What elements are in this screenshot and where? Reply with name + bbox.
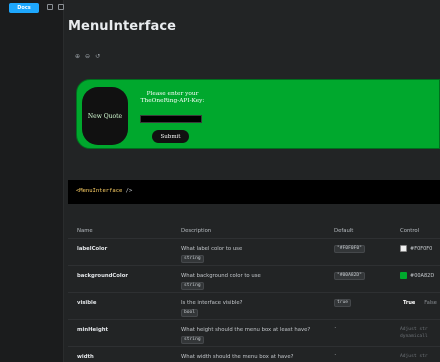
color-control[interactable]: #F0F0F0 <box>400 245 432 252</box>
table-row: labelColor What label color to use strin… <box>68 238 440 265</box>
arg-name: backgroundColor <box>77 273 128 279</box>
story-preview: New Quote Please enter your TheOneRing-A… <box>76 76 440 174</box>
arg-description: What width should the menu box at have? <box>181 354 294 360</box>
zoom-in-icon[interactable]: ⊕ <box>75 53 80 60</box>
code-snippet: <MenuInterface /> <box>68 180 440 204</box>
text-control-line-1: Adjust str <box>400 354 428 359</box>
tab-docs[interactable]: Docs <box>9 3 39 13</box>
table-row: backgroundColor What background color to… <box>68 265 440 292</box>
text-control-line-2: dynamicall <box>400 334 428 339</box>
arg-description: What height should the menu box at least… <box>181 327 311 333</box>
arg-description: Is the interface visible? <box>181 300 243 306</box>
color-control[interactable]: #00A82D <box>400 272 434 279</box>
arg-name: width <box>77 354 94 360</box>
arg-description: What label color to use <box>181 246 243 252</box>
reset-zoom-icon[interactable]: ↺ <box>95 53 100 60</box>
boolean-toggle[interactable]: True False <box>400 299 440 307</box>
sidebar: Docs <box>0 0 64 362</box>
arg-name: labelColor <box>77 246 108 252</box>
color-value: #F0F0F0 <box>410 245 433 252</box>
arg-default: "#F0F0F0" <box>334 245 365 253</box>
toggle-false[interactable]: False <box>421 299 440 307</box>
arg-default: "#00A82D" <box>334 272 365 280</box>
color-swatch[interactable] <box>400 245 407 252</box>
code-tag: <MenuInterface <box>76 188 123 194</box>
zoom-tools: ⊕ ⊖ ↺ <box>75 53 100 60</box>
docs-main: MenuInterface ⊕ ⊖ ↺ New Quote Please ent… <box>64 0 440 362</box>
submit-button[interactable]: Submit <box>152 130 189 143</box>
prompt-line-1: Please enter your <box>146 91 199 97</box>
header-name: Name <box>77 228 93 234</box>
header-default: Default <box>334 228 354 234</box>
grid-icon[interactable] <box>47 4 53 10</box>
menu-interface-box: New Quote Please enter your TheOneRing-A… <box>76 79 440 149</box>
text-control[interactable]: Adjust str dynamicall <box>400 326 440 340</box>
arg-default: true <box>334 299 352 307</box>
arg-type: bool <box>181 309 199 317</box>
prompt-line-2: TheOneRing-API-Key: <box>140 98 205 104</box>
text-control-input[interactable]: Adjust str <box>400 353 440 360</box>
table-row: visible Is the interface visible? bool t… <box>68 292 440 319</box>
arg-type: string <box>181 255 204 263</box>
table-header: Name Description Default Control <box>68 222 440 238</box>
text-control-input[interactable]: Adjust str dynamicall <box>400 326 440 340</box>
args-table: Name Description Default Control labelCo… <box>68 222 440 362</box>
api-key-prompt: Please enter your TheOneRing-API-Key: <box>135 91 210 105</box>
code-line: <MenuInterface /> <box>76 188 132 194</box>
arg-name: minHeight <box>77 327 109 333</box>
arg-type: string <box>181 282 204 290</box>
table-row: minHeight What height should the menu bo… <box>68 319 440 346</box>
header-control: Control <box>400 228 420 234</box>
arg-name: visible <box>77 300 97 306</box>
header-description: Description <box>181 228 212 234</box>
color-swatch[interactable] <box>400 272 407 279</box>
arg-default: - <box>334 326 337 331</box>
text-control-line-1: Adjust str <box>400 327 428 332</box>
page-title: MenuInterface <box>68 19 177 34</box>
text-control[interactable]: Adjust str <box>400 353 440 360</box>
toolbar-icons <box>47 4 64 10</box>
table-row: width What width should the menu box at … <box>68 346 440 362</box>
new-quote-button[interactable]: New Quote <box>82 87 128 145</box>
color-value: #00A82D <box>410 272 435 279</box>
code-closing: /> <box>122 188 133 194</box>
zoom-out-icon[interactable]: ⊖ <box>85 53 90 60</box>
toggle-true[interactable]: True <box>400 299 418 307</box>
arg-description: What background color to use <box>181 273 261 279</box>
arg-default: - <box>334 353 337 358</box>
arg-type: string <box>181 336 204 344</box>
api-key-input[interactable] <box>140 115 202 123</box>
